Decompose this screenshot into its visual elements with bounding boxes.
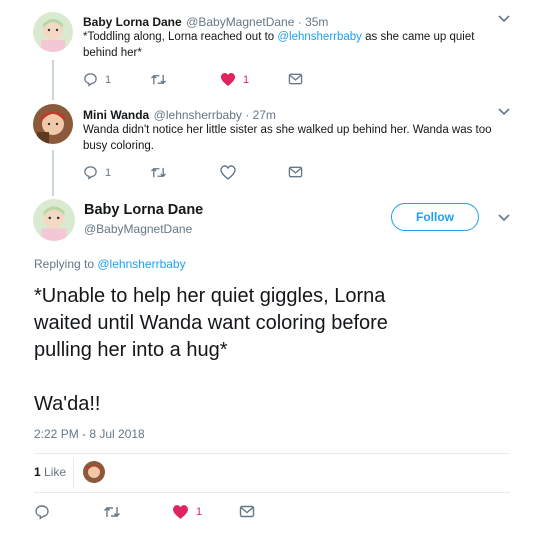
heart-icon [220,165,236,180]
like-button[interactable]: 1 [172,504,202,520]
display-name[interactable]: Baby Lorna Dane [84,202,203,218]
thread-line [52,150,54,196]
like-count: 1 [196,506,203,518]
reply-count: 1 [105,166,112,179]
retweet-button[interactable] [150,72,167,87]
replying-to: Replying to @lehnsherrbaby [34,257,186,271]
reply-button[interactable]: 1 [83,165,111,180]
liker-avatar[interactable] [83,461,105,483]
reply-icon [84,73,97,87]
like-count: 1 [243,73,250,86]
message-icon [239,505,255,518]
avatar[interactable] [33,199,75,241]
chevron-down-icon[interactable] [497,14,511,24]
handle[interactable]: @BabyMagnetDane [84,222,192,236]
message-button[interactable] [239,504,255,519]
retweet-icon [151,74,166,85]
handle-time[interactable]: @BabyMagnetDane · 35m [186,15,328,29]
message-button[interactable] [288,72,303,86]
avatar[interactable] [33,12,73,52]
retweet-icon [151,167,166,178]
heart-icon [173,505,188,519]
reply-icon [35,505,49,520]
display-name[interactable]: Mini Wanda [83,108,149,122]
timestamp[interactable]: 2:22 PM - 8 Jul 2018 [34,427,145,441]
heart-icon [221,73,235,86]
follow-button[interactable]: Follow [391,203,479,231]
stat-separator [73,458,74,488]
message-icon [288,166,303,178]
thread-line [52,60,54,100]
mention-link[interactable]: @lehnsherrbaby [97,257,185,271]
reply-icon [84,166,97,180]
tweet-text: *Toddling along, Lorna reached out to @l… [83,31,475,59]
avatar[interactable] [33,104,73,144]
reply-button[interactable]: 1 [83,72,111,87]
handle-time[interactable]: @lehnsherrbaby · 27m [154,108,276,122]
tweet-text: *Unable to help her quiet giggles, Lorna… [34,285,388,415]
likes-stat[interactable]: 1 Like [34,465,66,479]
mention-link[interactable]: @lehnsherrbaby [277,31,362,43]
chevron-down-icon[interactable] [497,213,511,223]
message-button[interactable] [288,165,303,179]
divider [34,492,510,493]
tweet-text: Wanda didn't notice her little sister as… [83,124,492,152]
reply-count: 1 [105,73,112,86]
reply-button[interactable] [34,504,50,520]
divider [34,453,510,454]
display-name[interactable]: Baby Lorna Dane [83,15,182,29]
retweet-button[interactable] [150,165,167,180]
like-button[interactable] [220,165,236,180]
like-button[interactable]: 1 [220,72,249,87]
retweet-icon [104,507,120,517]
retweet-button[interactable] [103,504,121,520]
chevron-down-icon[interactable] [497,107,511,117]
message-icon [288,73,303,85]
